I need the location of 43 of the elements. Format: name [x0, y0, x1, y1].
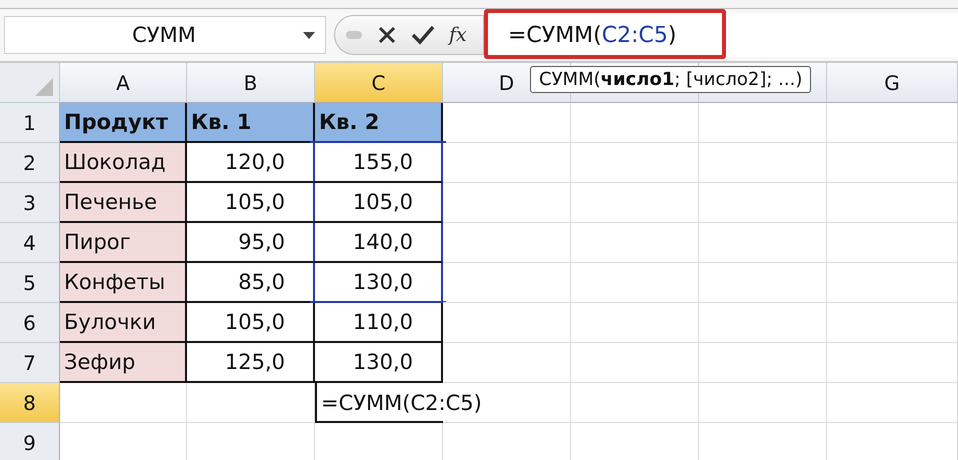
column-title-cell: Продукт — [60, 103, 187, 143]
insert-function-button[interactable]: fx — [449, 24, 467, 46]
table-cell: 95,0 — [187, 223, 315, 263]
column-header[interactable]: B — [187, 63, 315, 103]
table-cell: 105,0 — [313, 183, 443, 223]
table-cell: Шоколад — [60, 143, 187, 183]
table-cell: 130,0 — [315, 343, 443, 383]
table-cell: 130,0 — [313, 263, 443, 303]
check-icon[interactable] — [411, 25, 435, 45]
row-header[interactable]: 9 — [0, 423, 60, 460]
name-box[interactable]: СУММ — [4, 16, 326, 54]
row-header[interactable]: 7 — [0, 343, 60, 383]
row-header[interactable]: 4 — [0, 223, 60, 263]
table-cell: Пирог — [60, 223, 187, 263]
table-cell: 105,0 — [187, 303, 315, 343]
column-header[interactable]: A — [60, 63, 187, 103]
row-header[interactable]: 5 — [0, 263, 60, 303]
table-cell: 125,0 — [187, 343, 315, 383]
column-title-cell: Кв. 1 — [187, 103, 315, 143]
row-header[interactable]: 6 — [0, 303, 60, 343]
table-cell: Конфеты — [60, 263, 187, 303]
table-cell: 155,0 — [313, 143, 443, 183]
row-header[interactable]: 2 — [0, 143, 60, 183]
column-header[interactable]: C — [315, 63, 443, 103]
corner-triangle-icon — [35, 78, 53, 96]
row-header[interactable]: 1 — [0, 103, 60, 143]
table-cell: 85,0 — [187, 263, 315, 303]
table-cell: 110,0 — [315, 303, 443, 343]
table-cell: Зефир — [60, 343, 187, 383]
table-cell: 120,0 — [187, 143, 315, 183]
column-header[interactable]: G — [827, 63, 958, 103]
table-cell: 105,0 — [187, 183, 315, 223]
minus-icon — [345, 29, 363, 41]
row-header[interactable]: 3 — [0, 183, 60, 223]
table-cell: Печенье — [60, 183, 187, 223]
caret-icon[interactable] — [303, 32, 315, 38]
table-cell: 140,0 — [313, 223, 443, 263]
active-cell[interactable]: =СУММ(C2:C5) — [315, 383, 571, 423]
row-header[interactable]: 8 — [0, 383, 60, 423]
table-cell: Булочки — [60, 303, 187, 343]
function-tooltip: СУММ(число1; [число2]; ...) — [530, 66, 812, 93]
column-title-cell: Кв. 2 — [315, 103, 443, 143]
cancel-icon[interactable] — [377, 25, 397, 45]
